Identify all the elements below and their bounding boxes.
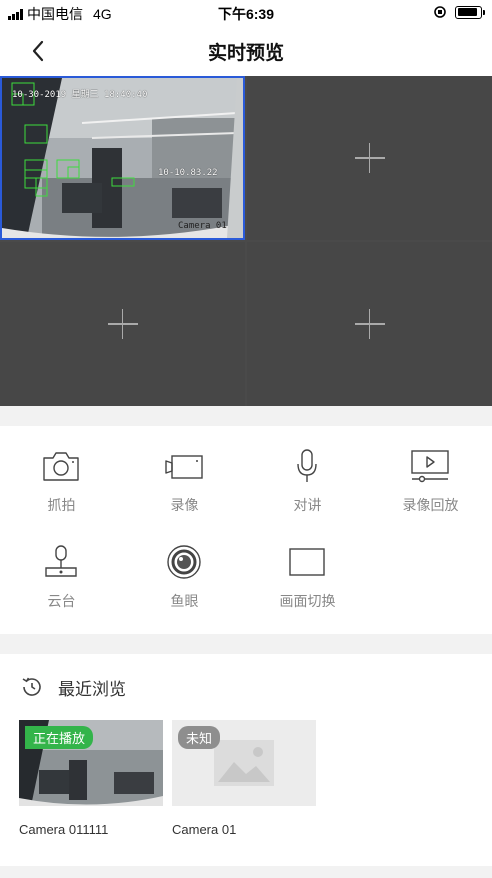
tool-label: 录像 (170, 497, 199, 513)
recent-thumbnail[interactable]: 正在播放 (19, 720, 163, 806)
tool-label: 画面切换 (279, 593, 336, 609)
nav-bar: 实时预览 (0, 26, 492, 74)
snapshot-button[interactable]: 抓拍 (0, 426, 123, 513)
plus-icon[interactable] (107, 309, 138, 339)
status-badge: 正在播放 (25, 726, 94, 749)
tool-label: 云台 (47, 593, 76, 609)
joystick-icon (45, 545, 77, 577)
preview-cell-2[interactable] (247, 76, 492, 240)
ptz-button[interactable]: 云台 (0, 522, 123, 609)
battery-fill (457, 8, 478, 16)
plus-icon[interactable] (354, 309, 385, 339)
history-icon (22, 677, 41, 696)
plus-icon[interactable] (354, 143, 385, 173)
preview-cell-1[interactable]: 10-30-2019 星期三 18:40:40 10-10.83.22 Came… (0, 76, 245, 240)
fisheye-icon (167, 545, 201, 579)
recent-item[interactable]: 正在播放 Camera 011111 (19, 720, 163, 837)
osd-ip: 10-10.83.22 (158, 168, 218, 178)
tool-label: 鱼眼 (170, 593, 199, 609)
preview-grid: 10-30-2019 星期三 18:40:40 10-10.83.22 Came… (0, 76, 492, 406)
playback-icon (411, 450, 449, 483)
screen-switch-icon (289, 548, 325, 576)
battery-icon (455, 5, 485, 19)
image-placeholder-icon (214, 740, 274, 786)
page-title: 实时预览 (207, 43, 284, 64)
orientation-lock-icon (434, 6, 446, 18)
playback-button[interactable]: 录像回放 (369, 426, 492, 513)
status-bar: 中国电信 4G 下午6:39 (0, 0, 492, 26)
preview-cell-4[interactable] (247, 242, 492, 406)
status-right (433, 5, 485, 19)
status-badge: 未知 (178, 726, 221, 749)
section-divider (0, 634, 492, 654)
back-button[interactable] (24, 36, 54, 66)
chevron-left-icon (32, 40, 44, 62)
recent-item[interactable]: 未知 Camera 01 (172, 720, 316, 837)
tool-label: 对讲 (293, 497, 322, 513)
microphone-icon (297, 449, 317, 482)
talk-button[interactable]: 对讲 (246, 426, 369, 513)
preview-cell-3[interactable] (0, 242, 245, 406)
status-time: 下午6:39 (217, 6, 275, 22)
bottom-divider (0, 866, 492, 878)
recent-header: 最近浏览 (20, 672, 126, 702)
tool-label: 抓拍 (47, 497, 76, 513)
record-button[interactable]: 录像 (123, 426, 246, 513)
section-divider (0, 406, 492, 426)
screen-switch-button[interactable]: 画面切换 (246, 522, 369, 609)
recent-title: 最近浏览 (58, 679, 126, 699)
camera-icon (43, 452, 79, 481)
recent-thumbnail[interactable]: 未知 (172, 720, 316, 806)
video-camera-icon (165, 455, 203, 479)
fisheye-button[interactable]: 鱼眼 (123, 522, 246, 609)
tool-label: 录像回放 (402, 497, 459, 513)
recent-item-name: Camera 011111 (19, 822, 109, 837)
tool-panel: 抓拍 录像 对讲 录像回放 云台 鱼眼 画面切换 (0, 426, 492, 634)
osd-timestamp: 10-30-2019 星期三 18:40:40 (12, 90, 148, 100)
recent-item-name: Camera 01 (172, 822, 237, 837)
osd-camera-name: Camera 01 (178, 221, 227, 231)
camera-feed-image (2, 78, 243, 238)
